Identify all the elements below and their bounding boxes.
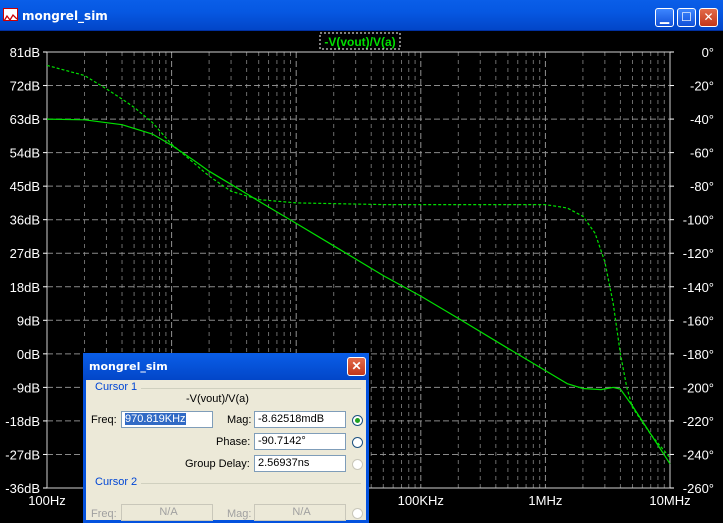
phase-field[interactable]: -90.7142°: [254, 433, 346, 450]
y-left-tick-label: 45dB: [10, 179, 40, 194]
y-right-tick-label: 0°: [702, 45, 714, 60]
freq-field[interactable]: 970.819KHz: [121, 411, 213, 428]
y-left-tick-label: 72dB: [10, 79, 40, 94]
y-right-tick-label: -160°: [683, 313, 714, 328]
y-left-tick-label: 54dB: [10, 146, 40, 161]
y-left-tick-label: 81dB: [10, 45, 40, 60]
trace-legend[interactable]: -V(vout)/V(a): [319, 32, 401, 50]
y-right-tick-label: -120°: [683, 246, 714, 261]
group-delay-label: Group Delay:: [185, 458, 250, 470]
waveform-icon: [3, 8, 18, 22]
minimize-button[interactable]: ▁: [655, 8, 674, 27]
cursor2-group-divider: [141, 483, 361, 484]
window-title: mongrel_sim: [22, 9, 108, 23]
mag-field[interactable]: -8.62518mdB: [254, 411, 346, 428]
x-tick-label: 10MHz: [649, 493, 690, 508]
cursor2-mag-label: Mag:: [227, 508, 252, 520]
cursor2-group-label: Cursor 2: [95, 476, 138, 488]
y-left-tick-label: 27dB: [10, 246, 40, 261]
y-left-tick-label: -18dB: [5, 414, 40, 429]
phase-label: Phase:: [216, 436, 251, 448]
y-left-tick-label: 36dB: [10, 213, 40, 228]
cursor1-expression: -V(vout)/V(a): [186, 393, 249, 405]
cursor2-mag-field[interactable]: N/A: [254, 504, 346, 521]
y-right-tick-label: -40°: [690, 112, 714, 127]
mag-label: Mag:: [227, 414, 252, 426]
group-delay-field[interactable]: 2.56937ns: [254, 455, 346, 472]
cursor-dialog[interactable]: mongrel_sim ✕ Cursor 1 -V(vout)/V(a) Fre…: [83, 353, 369, 523]
window-title-bar[interactable]: mongrel_sim ▁ ☐ ✕: [0, 0, 723, 31]
cursor2-freq-field[interactable]: N/A: [121, 504, 213, 521]
cursor-dialog-title-bar[interactable]: mongrel_sim ✕: [83, 353, 369, 380]
mag-radio[interactable]: [352, 415, 363, 426]
y-right-tick-label: -100°: [683, 213, 714, 228]
y-left-tick-label: 63dB: [10, 112, 40, 127]
maximize-button[interactable]: ☐: [677, 8, 696, 27]
freq-label: Freq:: [91, 414, 117, 426]
y-right-tick-label: -20°: [690, 79, 714, 94]
x-tick-label: 100Hz: [28, 493, 66, 508]
cursor2-freq-label: Freq:: [91, 508, 117, 520]
phase-radio[interactable]: [352, 437, 363, 448]
y-right-tick-label: -200°: [683, 380, 714, 395]
y-right-tick-label: -180°: [683, 347, 714, 362]
dialog-close-button[interactable]: ✕: [347, 357, 366, 376]
y-right-tick-label: -60°: [690, 146, 714, 161]
x-tick-label: 1MHz: [528, 493, 562, 508]
y-right-tick-label: -140°: [683, 280, 714, 295]
cursor-dialog-title: mongrel_sim: [89, 360, 168, 373]
y-left-tick-label: 0dB: [17, 347, 40, 362]
y-left-tick-label: 18dB: [10, 280, 40, 295]
y-right-tick-label: -80°: [690, 179, 714, 194]
cursor1-group-divider: [141, 388, 361, 389]
group-delay-radio[interactable]: [352, 459, 363, 470]
y-left-tick-label: -9dB: [13, 380, 40, 395]
trace-legend-label: -V(vout)/V(a): [324, 35, 395, 49]
y-right-tick-label: -240°: [683, 447, 714, 462]
y-right-tick-label: -220°: [683, 414, 714, 429]
freq-value: 970.819KHz: [125, 413, 186, 425]
y-left-tick-label: -27dB: [5, 447, 40, 462]
close-button[interactable]: ✕: [699, 8, 718, 27]
y-left-tick-label: 9dB: [17, 313, 40, 328]
x-tick-label: 100KHz: [398, 493, 444, 508]
cursor1-group-label: Cursor 1: [95, 381, 138, 393]
cursor2-radio[interactable]: [352, 508, 363, 519]
